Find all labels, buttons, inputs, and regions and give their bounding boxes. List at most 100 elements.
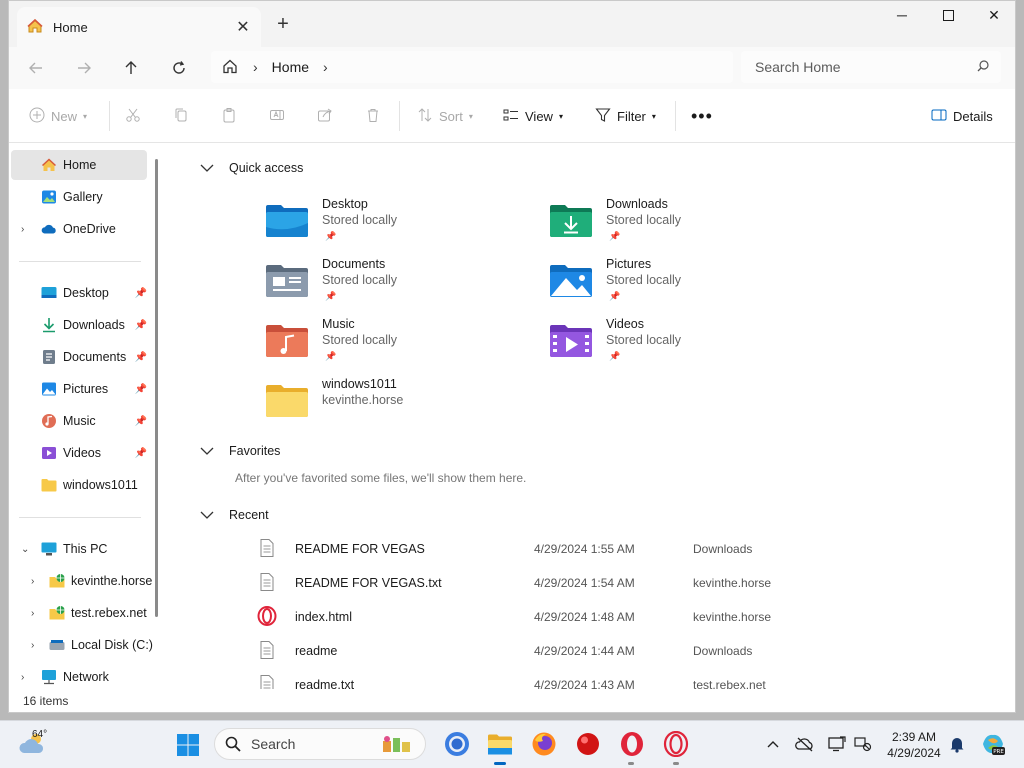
quick-access-item-desktop[interactable]: Desktop Stored locally 📌 (265, 197, 525, 253)
quick-access-item-windows1011[interactable]: windows1011 kevinthe.horse (265, 377, 525, 433)
quick-access-item-music[interactable]: Music Stored locally 📌 (265, 317, 525, 373)
chevron-right-icon[interactable]: › (253, 59, 258, 75)
quick-access-item-downloads[interactable]: Downloads Stored locally 📌 (549, 197, 809, 253)
sidebar-item-downloads[interactable]: Downloads 📌 (11, 310, 147, 340)
sidebar-item-label: Documents (63, 350, 127, 364)
tab-home[interactable]: Home ✕ (17, 7, 261, 47)
sidebar-item-music[interactable]: Music 📌 (11, 406, 147, 436)
display-icon[interactable] (826, 733, 848, 755)
back-button[interactable] (21, 55, 51, 81)
chevron-right-icon[interactable]: › (31, 576, 34, 587)
chevron-down-icon[interactable]: ⌄ (21, 544, 29, 555)
sidebar-item-test-rebex-net[interactable]: › test.rebex.net (11, 598, 151, 628)
delete-button[interactable] (365, 105, 381, 127)
share-button[interactable] (317, 105, 333, 127)
copy-icon (173, 107, 189, 126)
filter-button[interactable]: Filter ▾ (595, 105, 656, 127)
paste-button[interactable] (221, 105, 237, 127)
download-icon (41, 317, 57, 333)
sidebar-item-local-disk[interactable]: › Local Disk (C:) (11, 630, 153, 660)
tab-close-icon[interactable]: ✕ (235, 17, 251, 37)
new-button[interactable]: New ▾ (29, 105, 87, 127)
file-explorer-icon[interactable] (487, 731, 513, 757)
search-input[interactable]: Search Home (741, 51, 1001, 83)
video-icon (41, 445, 57, 461)
gallery-icon (41, 189, 57, 205)
chevron-up-icon[interactable] (762, 733, 784, 755)
chevron-right-icon[interactable]: › (31, 608, 34, 619)
opera-gx-icon[interactable] (663, 731, 689, 757)
quick-access-item-pictures[interactable]: Pictures Stored locally 📌 (549, 257, 809, 313)
rename-button[interactable] (269, 105, 285, 127)
chevron-right-icon[interactable]: › (323, 59, 328, 75)
pin-icon: 📌 (325, 351, 337, 361)
chevron-right-icon[interactable]: › (31, 640, 34, 651)
pin-icon: 📌 (325, 231, 337, 241)
pin-icon: 📌 (609, 291, 621, 301)
command-bar: New ▾ Sort ▾ View ▾ Filter ▾ ••• Details (9, 89, 1015, 143)
section-title: Quick access (229, 161, 304, 175)
view-button[interactable]: View ▾ (503, 105, 563, 127)
sidebar-item-kevinthe-horse[interactable]: › kevinthe.horse (11, 566, 152, 596)
minimize-button[interactable]: ─ (879, 7, 925, 27)
chevron-right-icon[interactable]: › (21, 672, 24, 683)
recent-row[interactable]: README FOR VEGAS 4/29/2024 1:55 AM Downl… (257, 536, 877, 562)
sort-button[interactable]: Sort ▾ (417, 105, 473, 127)
recent-row[interactable]: index.html 4/29/2024 1:48 AM kevinthe.ho… (257, 604, 877, 630)
section-favorites[interactable]: Favorites (199, 444, 280, 458)
refresh-button[interactable] (164, 55, 194, 81)
copilot-pre-icon[interactable]: PRE (980, 733, 1006, 755)
copy-button[interactable] (173, 105, 189, 127)
breadcrumb-home[interactable]: Home (272, 59, 309, 75)
details-button[interactable]: Details (931, 105, 993, 127)
sidebar-item-pictures[interactable]: Pictures 📌 (11, 374, 147, 404)
maximize-button[interactable] (925, 7, 971, 27)
opera-icon[interactable] (619, 731, 645, 757)
chevron-down-icon: ▾ (468, 111, 473, 121)
sidebar-item-home[interactable]: Home (11, 150, 147, 180)
cut-button[interactable] (125, 105, 141, 127)
chevron-right-icon[interactable]: › (21, 224, 24, 235)
clock-date[interactable]: 4/29/2024 (878, 746, 950, 760)
home-crumb-icon[interactable] (221, 57, 239, 78)
sidebar-item-label: Music (63, 414, 96, 428)
sidebar-item-gallery[interactable]: Gallery (11, 182, 147, 212)
clock-time[interactable]: 2:39 AM (886, 730, 942, 744)
chevron-down-icon: ▾ (558, 111, 563, 121)
sidebar-item-label: test.rebex.net (71, 606, 147, 620)
windows-start-icon[interactable] (176, 733, 200, 757)
section-recent[interactable]: Recent (199, 508, 269, 522)
notification-bell-icon[interactable] (946, 733, 968, 755)
red-ball-app-icon[interactable] (575, 731, 601, 757)
quick-access-item-videos[interactable]: Videos Stored locally 📌 (549, 317, 809, 373)
sidebar-item-documents[interactable]: Documents 📌 (11, 342, 147, 372)
network-disconnected-icon[interactable] (852, 733, 874, 755)
sidebar-item-windows1011[interactable]: windows1011 (11, 470, 147, 500)
running-app-indicator (628, 762, 634, 765)
breadcrumb[interactable]: › Home › (211, 51, 733, 83)
sidebar-scrollbar[interactable] (155, 159, 158, 617)
sidebar-item-network[interactable]: › Network (11, 662, 147, 692)
sidebar-item-this-pc[interactable]: ⌄ This PC (11, 534, 147, 564)
close-button[interactable]: ✕ (971, 7, 1015, 27)
sidebar-item-onedrive[interactable]: › OneDrive (11, 214, 147, 244)
downloads-folder-icon (550, 205, 592, 237)
sidebar-item-desktop[interactable]: Desktop 📌 (11, 278, 147, 308)
onedrive-offline-icon[interactable] (794, 733, 816, 755)
recent-row[interactable]: README FOR VEGAS.txt 4/29/2024 1:54 AM k… (257, 570, 877, 596)
chrome-canary-icon[interactable] (444, 731, 470, 757)
forward-button[interactable] (69, 55, 99, 81)
section-quick-access[interactable]: Quick access (199, 161, 303, 175)
sidebar-item-videos[interactable]: Videos 📌 (11, 438, 147, 468)
item-name: Downloads (606, 197, 668, 211)
up-button[interactable] (116, 55, 146, 81)
quick-access-item-documents[interactable]: Documents Stored locally 📌 (265, 257, 525, 313)
sidebar-item-label: Gallery (63, 190, 103, 204)
firefox-icon[interactable] (531, 731, 557, 757)
taskbar-search-box[interactable]: Search (214, 728, 426, 760)
up-arrow-icon (125, 61, 137, 74)
recent-row[interactable]: readme 4/29/2024 1:44 AM Downloads (257, 638, 877, 664)
new-tab-button[interactable]: + (271, 13, 295, 36)
more-options-button[interactable]: ••• (691, 105, 713, 127)
chevron-down-icon (200, 447, 214, 455)
